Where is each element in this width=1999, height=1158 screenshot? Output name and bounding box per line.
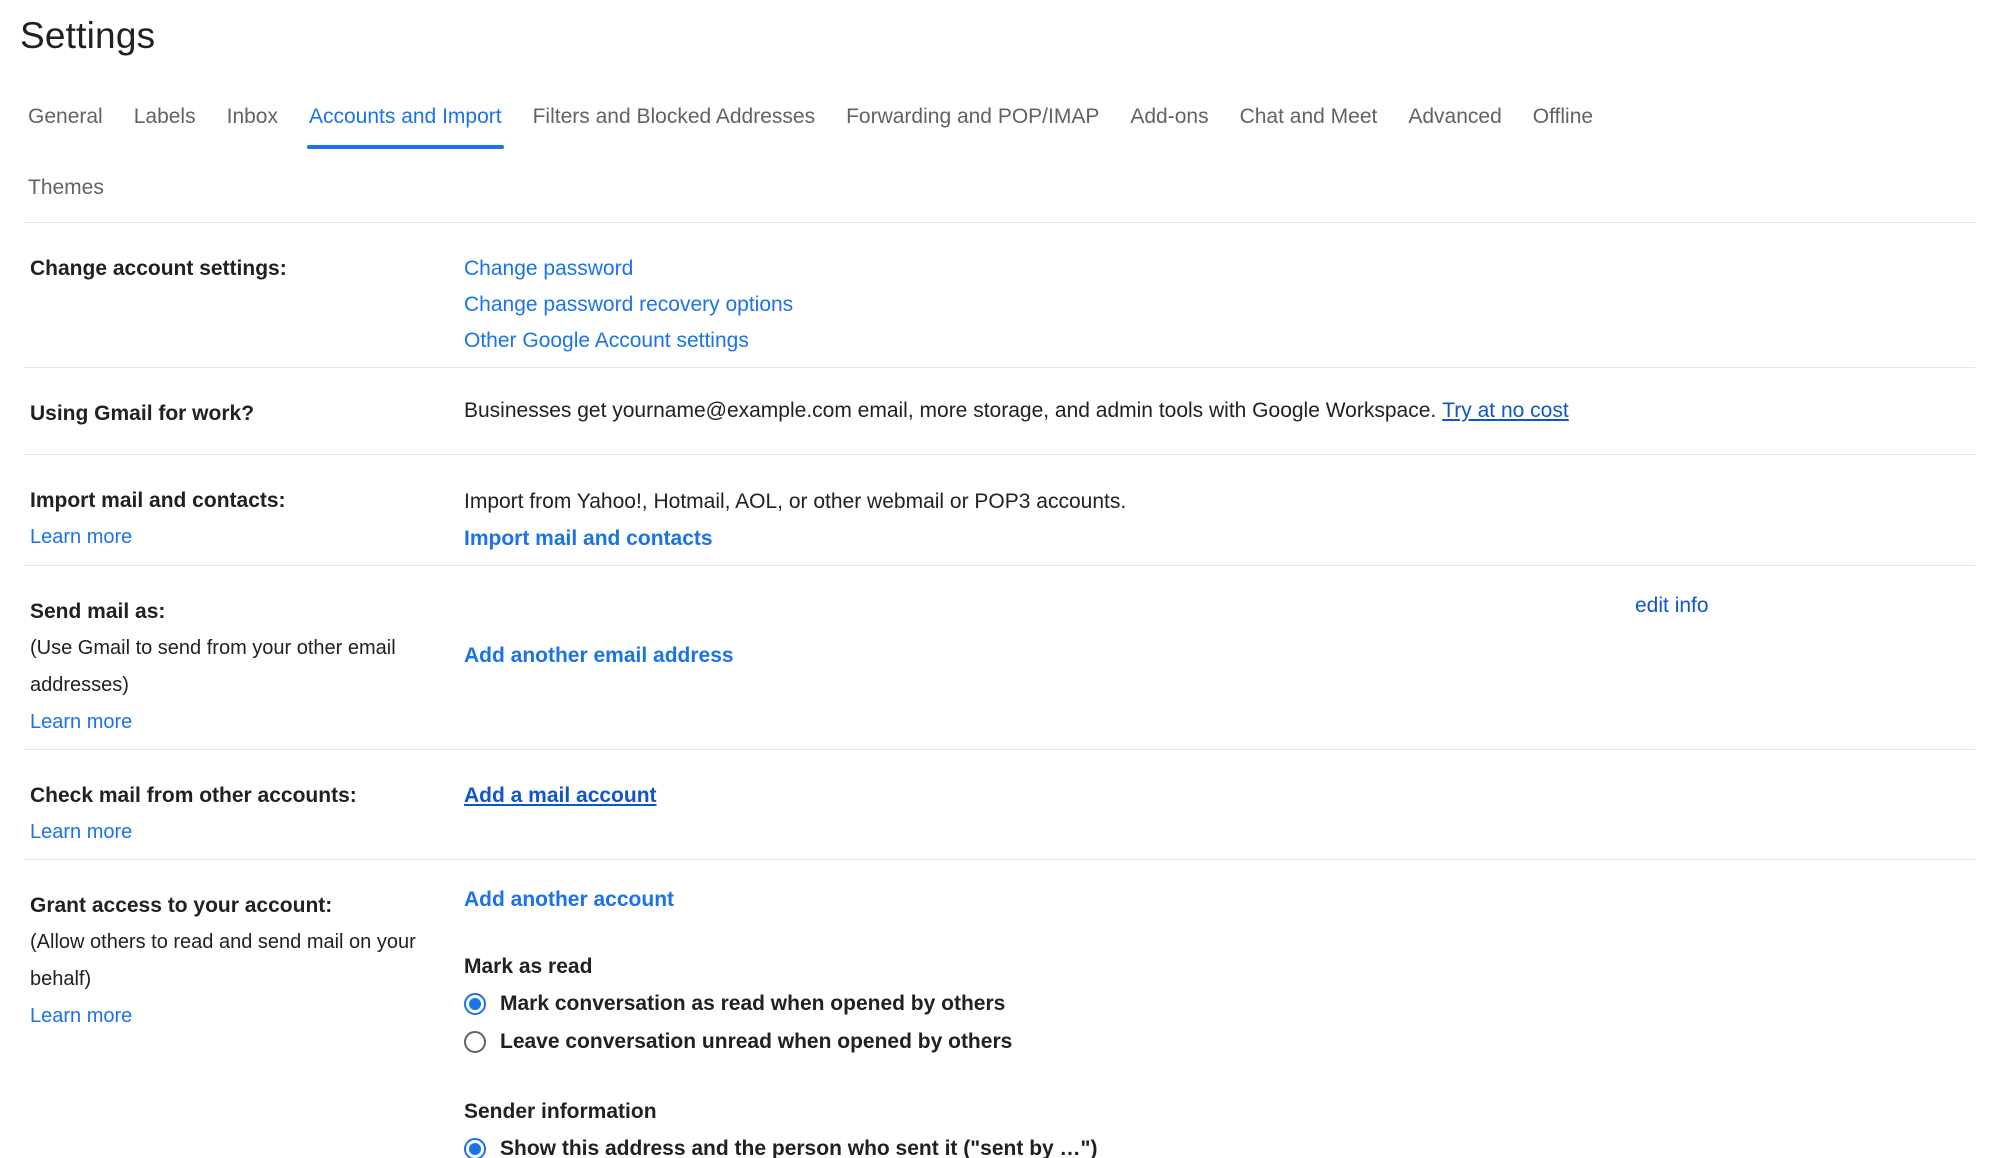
tab-filters-and-blocked-addresses[interactable]: Filters and Blocked Addresses <box>533 104 815 151</box>
send-mail-as-label-col: Send mail as: (Use Gmail to send from yo… <box>24 594 464 741</box>
page-title: Settings <box>20 14 1999 58</box>
import-learn-more-link[interactable]: Learn more <box>30 519 132 556</box>
grant-access-label: Grant access to your account: <box>30 888 464 924</box>
grant-access-label-col: Grant access to your account: (Allow oth… <box>24 888 464 1158</box>
section-check-mail-from-other-accounts: Check mail from other accounts: Learn mo… <box>24 749 1975 859</box>
tab-add-ons[interactable]: Add-ons <box>1130 104 1208 151</box>
section-grant-access: Grant access to your account: (Allow oth… <box>24 859 1975 1158</box>
change-password-recovery-options-link[interactable]: Change password recovery options <box>464 287 1975 323</box>
radio-option-leave-conversation-unread[interactable]: Leave conversation unread when opened by… <box>464 1028 1975 1055</box>
edit-info-link[interactable]: edit info <box>1635 594 1709 617</box>
radio-unselected-icon <box>464 1031 486 1053</box>
change-account-label-col: Change account settings: <box>24 251 464 359</box>
add-another-email-address-link[interactable]: Add another email address <box>464 644 734 668</box>
check-mail-label: Check mail from other accounts: <box>30 778 464 814</box>
sender-information-heading: Sender information <box>464 1099 1975 1125</box>
work-description: Businesses get yourname@example.com emai… <box>464 397 1436 422</box>
settings-tabs: General Labels Inbox Accounts and Import… <box>28 104 1999 222</box>
section-send-mail-as: Send mail as: (Use Gmail to send from yo… <box>24 565 1975 749</box>
radio-selected-icon <box>464 1138 486 1158</box>
radio-option-label: Leave conversation unread when opened by… <box>500 1028 1012 1055</box>
other-google-account-settings-link[interactable]: Other Google Account settings <box>464 323 1975 359</box>
change-account-content: Change password Change password recovery… <box>464 251 1975 359</box>
check-mail-label-col: Check mail from other accounts: Learn mo… <box>24 778 464 851</box>
settings-table: Change account settings: Change password… <box>24 222 1975 1158</box>
send-mail-as-content: Add another email address <box>464 594 1635 741</box>
grant-access-note: (Allow others to read and send mail on y… <box>30 924 428 998</box>
tab-themes[interactable]: Themes <box>28 175 104 222</box>
radio-option-mark-conversation-read[interactable]: Mark conversation as read when opened by… <box>464 990 1975 1017</box>
radio-option-label: Mark conversation as read when opened by… <box>500 990 1005 1017</box>
tab-general[interactable]: General <box>28 104 103 151</box>
change-password-link[interactable]: Change password <box>464 251 1975 287</box>
grant-access-content: Add another account Mark as read Mark co… <box>464 888 1975 1158</box>
tab-offline[interactable]: Offline <box>1533 104 1593 151</box>
tabs-row-1: General Labels Inbox Accounts and Import… <box>28 104 1999 151</box>
add-another-account-link[interactable]: Add another account <box>464 888 674 912</box>
tab-chat-and-meet[interactable]: Chat and Meet <box>1240 104 1378 151</box>
work-content: Businesses get yourname@example.com emai… <box>464 396 1975 432</box>
radio-option-label: Show this address and the person who sen… <box>500 1135 1098 1158</box>
section-change-account-settings: Change account settings: Change password… <box>24 222 1975 367</box>
send-mail-as-note: (Use Gmail to send from your other email… <box>30 630 428 704</box>
tab-labels[interactable]: Labels <box>134 104 196 151</box>
add-a-mail-account-link[interactable]: Add a mail account <box>464 778 657 814</box>
radio-option-show-address-and-sender[interactable]: Show this address and the person who sen… <box>464 1135 1975 1158</box>
send-mail-as-right-col: edit info <box>1635 594 1975 741</box>
tab-forwarding-and-pop-imap[interactable]: Forwarding and POP/IMAP <box>846 104 1099 151</box>
work-label-col: Using Gmail for work? <box>24 396 464 432</box>
tab-inbox[interactable]: Inbox <box>227 104 278 151</box>
mark-as-read-heading: Mark as read <box>464 954 1975 980</box>
section-import-mail-and-contacts: Import mail and contacts: Learn more Imp… <box>24 454 1975 565</box>
sender-information-radio-group: Show this address and the person who sen… <box>464 1135 1975 1158</box>
import-content: Import from Yahoo!, Hotmail, AOL, or oth… <box>464 483 1975 557</box>
send-mail-as-learn-more-link[interactable]: Learn more <box>30 704 132 741</box>
send-mail-as-label: Send mail as: <box>30 594 464 630</box>
radio-selected-icon <box>464 993 486 1015</box>
import-mail-and-contacts-link[interactable]: Import mail and contacts <box>464 520 713 557</box>
tab-accounts-and-import[interactable]: Accounts and Import <box>309 104 502 151</box>
work-label: Using Gmail for work? <box>30 396 464 432</box>
gmail-settings-page: Settings General Labels Inbox Accounts a… <box>0 14 1999 1158</box>
check-mail-content: Add a mail account <box>464 778 1975 851</box>
check-mail-learn-more-link[interactable]: Learn more <box>30 814 132 851</box>
change-account-label: Change account settings: <box>30 251 464 287</box>
mark-as-read-radio-group: Mark conversation as read when opened by… <box>464 990 1975 1055</box>
import-description: Import from Yahoo!, Hotmail, AOL, or oth… <box>464 483 1975 520</box>
try-at-no-cost-link[interactable]: Try at no cost <box>1442 399 1568 422</box>
grant-access-learn-more-link[interactable]: Learn more <box>30 998 132 1035</box>
import-label: Import mail and contacts: <box>30 483 464 519</box>
import-label-col: Import mail and contacts: Learn more <box>24 483 464 557</box>
section-using-gmail-for-work: Using Gmail for work? Businesses get you… <box>24 367 1975 454</box>
tab-advanced[interactable]: Advanced <box>1408 104 1501 151</box>
tabs-row-2: Themes <box>28 175 1999 222</box>
